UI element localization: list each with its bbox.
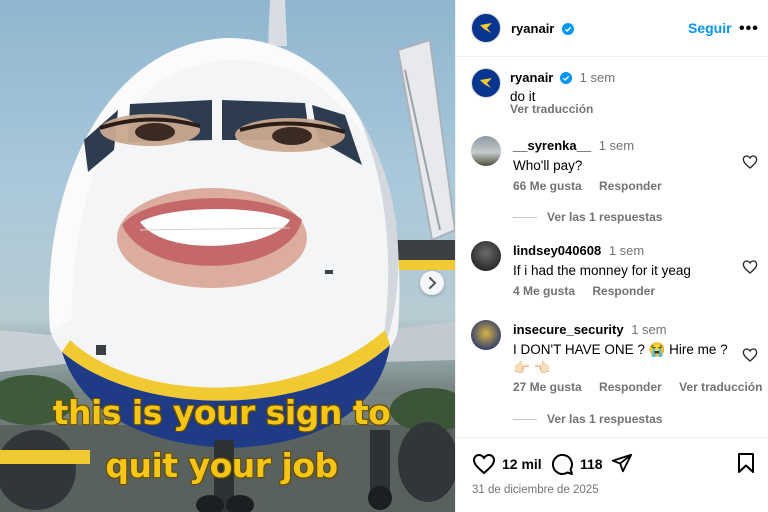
comment-likes[interactable]: 66 Me gusta bbox=[513, 179, 582, 193]
verified-badge-icon bbox=[561, 23, 574, 35]
comment-username[interactable]: __syrenka__ bbox=[513, 138, 591, 153]
post-media[interactable]: this is your sign to quit your job bbox=[0, 0, 455, 512]
caption-time[interactable]: 1 sem bbox=[580, 70, 615, 85]
post-side-panel: ryanair Seguir ••• ryanair 1 sem do it V… bbox=[455, 0, 768, 512]
view-replies-link[interactable]: Ver las 1 respuestas bbox=[513, 210, 662, 224]
comments-count[interactable]: 118 bbox=[580, 456, 603, 472]
bookmark-icon bbox=[738, 453, 754, 473]
avatar[interactable] bbox=[471, 320, 501, 350]
avatar[interactable] bbox=[471, 241, 501, 271]
comment-item: lindsey040608 1 sem If i had the monney … bbox=[456, 241, 768, 301]
avatar[interactable] bbox=[471, 13, 501, 43]
post-actions: 12 mil 118 31 de diciembre de 2025 bbox=[456, 437, 768, 512]
heart-icon bbox=[472, 453, 496, 475]
airplane-image bbox=[0, 0, 455, 512]
ryanair-logo-icon bbox=[476, 18, 496, 38]
comment-item: insecure_security 1 sem I DON'T HAVE ONE… bbox=[456, 320, 768, 430]
follow-button[interactable]: Seguir bbox=[688, 20, 732, 36]
post-caption: ryanair 1 sem do it Ver traducción bbox=[456, 68, 768, 118]
overlay-caption-line2: quit your job bbox=[105, 446, 338, 485]
share-button[interactable] bbox=[611, 452, 633, 474]
ryanair-logo-icon bbox=[476, 73, 496, 93]
post-header: ryanair Seguir ••• bbox=[456, 0, 768, 57]
comment-button[interactable]: 118 bbox=[550, 452, 603, 476]
next-media-button[interactable] bbox=[420, 271, 444, 295]
comment-likes[interactable]: 27 Me gusta bbox=[513, 380, 582, 394]
comment-time[interactable]: 1 sem bbox=[609, 243, 644, 258]
comment-icon bbox=[551, 453, 573, 475]
comment-time[interactable]: 1 sem bbox=[631, 322, 666, 337]
translate-link[interactable]: Ver traducción bbox=[679, 380, 762, 394]
more-options-button[interactable]: ••• bbox=[739, 20, 759, 38]
reply-button[interactable]: Responder bbox=[599, 179, 662, 193]
avatar[interactable] bbox=[471, 68, 501, 98]
overlay-caption-line1: this is your sign to bbox=[52, 393, 391, 432]
translate-link[interactable]: Ver traducción bbox=[510, 102, 593, 116]
comment-text: I DON'T HAVE ONE ? 😭 Hire me ? 👉🏻 👈🏻 bbox=[513, 342, 728, 375]
caption-username[interactable]: ryanair bbox=[510, 70, 553, 85]
like-button[interactable]: 12 mil bbox=[472, 452, 542, 476]
likes-count[interactable]: 12 mil bbox=[502, 456, 542, 472]
heart-icon[interactable] bbox=[742, 347, 758, 363]
post-date[interactable]: 31 de diciembre de 2025 bbox=[472, 484, 599, 496]
share-icon bbox=[611, 453, 633, 473]
comment-text: Who'll pay? bbox=[513, 158, 583, 173]
heart-icon[interactable] bbox=[742, 259, 758, 275]
heart-icon[interactable] bbox=[742, 154, 758, 170]
comment-text: If i had the monney for it yeag bbox=[513, 263, 691, 278]
header-username[interactable]: ryanair bbox=[511, 21, 554, 36]
comment-likes[interactable]: 4 Me gusta bbox=[513, 284, 575, 298]
comment-username[interactable]: lindsey040608 bbox=[513, 243, 601, 258]
reply-button[interactable]: Responder bbox=[592, 284, 655, 298]
view-replies-link[interactable]: Ver las 1 respuestas bbox=[513, 412, 662, 426]
comment-username[interactable]: insecure_security bbox=[513, 322, 624, 337]
comment-item: __syrenka__ 1 sem Who'll pay? 66 Me gust… bbox=[456, 136, 768, 228]
chevron-right-icon bbox=[429, 277, 437, 289]
avatar[interactable] bbox=[471, 136, 501, 166]
verified-badge-icon bbox=[560, 72, 572, 84]
save-button[interactable] bbox=[736, 452, 756, 474]
comment-time[interactable]: 1 sem bbox=[599, 138, 634, 153]
reply-button[interactable]: Responder bbox=[599, 380, 662, 394]
